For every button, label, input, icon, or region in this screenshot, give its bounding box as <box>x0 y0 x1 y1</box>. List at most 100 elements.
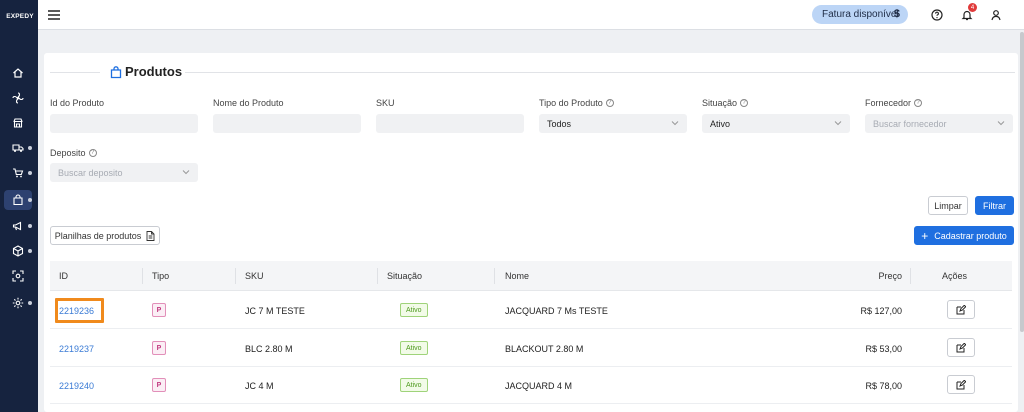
sidebar-item-shipping[interactable] <box>0 137 38 159</box>
nome-cell: BLACKOUT 2.80 M <box>505 344 584 354</box>
store-icon <box>10 115 26 131</box>
user-icon[interactable] <box>988 7 1004 23</box>
col-acoes: Ações <box>942 271 968 281</box>
tipo-produto-label: Tipo do Produto? <box>539 98 614 108</box>
planilhas-produtos-button[interactable]: Planilhas de produtos <box>50 226 160 245</box>
hamburger-menu-icon[interactable] <box>47 8 61 22</box>
tipo-badge: P <box>152 378 166 392</box>
chevron-down-icon <box>834 121 842 126</box>
fan-icon <box>10 90 26 106</box>
megaphone-icon <box>10 218 26 234</box>
page-title: Produtos <box>125 64 183 79</box>
page-scrollbar[interactable] <box>1020 32 1024 332</box>
fornecedor-label: Fornecedor? <box>865 98 923 108</box>
id-produto-input[interactable] <box>50 114 198 133</box>
table-row: 2219237 P BLC 2.80 M Ativo BLACKOUT 2.80… <box>50 330 1012 367</box>
col-nome[interactable]: Nome <box>505 271 529 281</box>
sidebar: EXPEDY <box>0 0 38 412</box>
column-separator <box>142 268 143 284</box>
col-sku[interactable]: SKU <box>245 271 264 281</box>
divider <box>185 72 1015 73</box>
highlight-box <box>55 298 104 323</box>
column-separator <box>377 268 378 284</box>
cadastrar-produto-button[interactable]: + Cadastrar produto <box>914 226 1014 245</box>
column-separator <box>910 268 911 284</box>
situacao-select[interactable]: Ativo <box>702 114 850 133</box>
sidebar-item-orders[interactable] <box>0 162 38 184</box>
tipo-produto-value: Todos <box>547 118 572 129</box>
help-circle-icon: ? <box>740 99 749 107</box>
sku-input[interactable] <box>376 114 524 133</box>
deposito-label: Deposito? <box>50 148 97 158</box>
col-id[interactable]: ID <box>59 271 68 281</box>
nome-cell: JACQUARD 4 M <box>505 381 573 391</box>
shopping-bag-icon <box>109 65 123 79</box>
notification-badge: 4 <box>968 3 977 12</box>
product-id-link[interactable]: 2219237 <box>59 344 94 354</box>
edit-icon <box>956 304 966 314</box>
plus-icon: + <box>921 228 929 243</box>
sidebar-item-products[interactable] <box>0 189 38 211</box>
edit-icon <box>956 342 966 352</box>
brand-logo: EXPEDY <box>6 13 34 20</box>
help-circle-icon: ? <box>88 149 97 157</box>
sidebar-item-marketing[interactable] <box>0 215 38 237</box>
topbar: Fatura disponível $ 4 <box>38 0 1024 30</box>
chevron-down-icon <box>671 121 679 126</box>
tipo-badge: P <box>152 303 166 317</box>
fornecedor-placeholder: Buscar fornecedor <box>873 118 947 129</box>
edit-icon <box>956 379 966 389</box>
sidebar-item-inventory[interactable] <box>0 240 38 262</box>
sku-label: SKU <box>376 98 395 108</box>
table-row: 2219236 P JC 7 M TESTE Ativo JACQUARD 7 … <box>50 292 1012 329</box>
fatura-disponivel-button[interactable]: Fatura disponível $ <box>812 5 908 24</box>
sidebar-item-integrations[interactable] <box>0 87 38 109</box>
sku-cell: JC 7 M TESTE <box>245 306 305 316</box>
situacao-value: Ativo <box>710 118 731 129</box>
truck-icon <box>10 140 26 156</box>
expand-dot-icon <box>28 224 32 228</box>
limpar-button[interactable]: Limpar <box>928 196 968 215</box>
preco-cell: R$ 127,00 <box>860 306 902 316</box>
preco-cell: R$ 78,00 <box>865 381 902 391</box>
table-row: 2219240 P JC 4 M Ativo JACQUARD 4 M R$ 7… <box>50 367 1012 404</box>
expand-dot-icon <box>28 301 32 305</box>
expand-dot-icon <box>28 249 32 253</box>
status-badge: Ativo <box>400 378 428 392</box>
col-tipo[interactable]: Tipo <box>152 271 169 281</box>
nome-cell: JACQUARD 7 Ms TESTE <box>505 306 608 316</box>
sidebar-item-store[interactable] <box>0 112 38 134</box>
edit-button[interactable] <box>947 338 975 357</box>
table-header: ID Tipo SKU Situação Nome Preço Ações <box>50 261 1012 291</box>
chevron-down-icon <box>997 121 1005 126</box>
help-icon[interactable] <box>929 7 945 23</box>
sku-cell: BLC 2.80 M <box>245 344 293 354</box>
sidebar-item-scanner[interactable] <box>0 265 38 287</box>
divider <box>50 72 100 73</box>
help-circle-icon: ? <box>914 99 923 107</box>
edit-button[interactable] <box>947 300 975 319</box>
status-badge: Ativo <box>400 341 428 355</box>
filtrar-button[interactable]: Filtrar <box>975 196 1014 215</box>
bell-icon[interactable]: 4 <box>959 3 977 23</box>
planilhas-label: Planilhas de produtos <box>54 230 142 241</box>
deposito-placeholder: Buscar deposito <box>58 167 123 178</box>
product-id-link[interactable]: 2219240 <box>59 381 94 391</box>
cadastrar-label: Cadastrar produto <box>934 230 1007 241</box>
sidebar-item-home[interactable] <box>0 62 38 84</box>
col-situacao[interactable]: Situação <box>387 271 422 281</box>
fornecedor-select[interactable]: Buscar fornecedor <box>865 114 1013 133</box>
nome-produto-input[interactable] <box>213 114 361 133</box>
deposito-select[interactable]: Buscar deposito <box>50 163 198 182</box>
sidebar-item-settings[interactable] <box>0 292 38 314</box>
scan-icon <box>10 268 26 284</box>
page-header: Produtos <box>50 64 1018 79</box>
edit-button[interactable] <box>947 375 975 394</box>
gear-icon <box>10 295 26 311</box>
preco-cell: R$ 53,00 <box>865 344 902 354</box>
chevron-down-icon <box>182 170 190 175</box>
tipo-produto-select[interactable]: Todos <box>539 114 687 133</box>
sku-cell: JC 4 M <box>245 381 274 391</box>
col-preco[interactable]: Preço <box>850 271 902 281</box>
home-icon <box>10 65 26 81</box>
